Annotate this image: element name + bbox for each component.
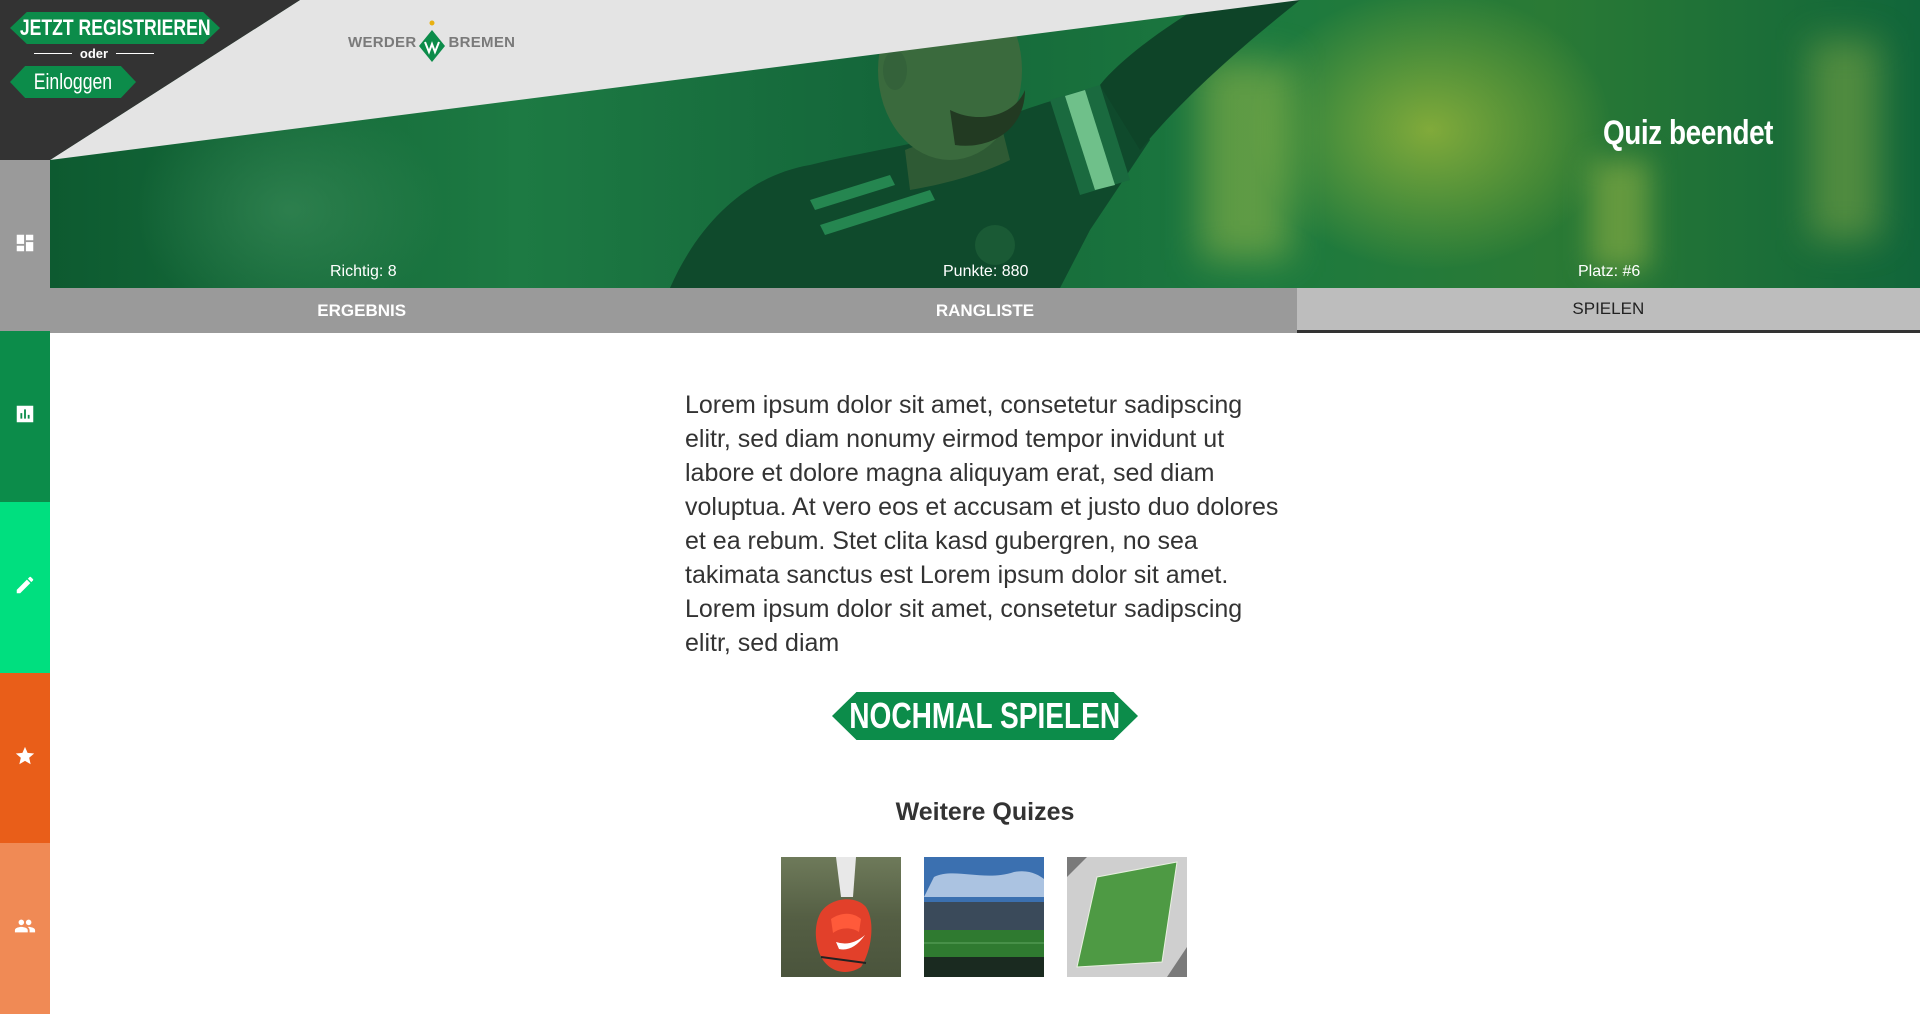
register-button[interactable]: JETZT REGISTRIEREN	[10, 12, 220, 44]
stat-rank: Platz: #6	[1578, 263, 1641, 280]
chart-icon	[14, 403, 36, 430]
stat-correct: Richtig: 8	[330, 263, 397, 280]
star-icon	[14, 745, 36, 772]
more-quizzes-list	[781, 857, 1187, 977]
divider-line	[34, 53, 72, 54]
tab-ergebnis[interactable]: ERGEBNIS	[50, 288, 673, 333]
tab-rangliste[interactable]: RANGLISTE	[673, 288, 1296, 333]
quiz-description: Lorem ipsum dolor sit amet, consetetur s…	[685, 388, 1285, 660]
divider-line	[116, 53, 155, 54]
sidebar-item-stats[interactable]	[0, 331, 50, 502]
description-text: Lorem ipsum dolor sit amet, consetetur s…	[685, 391, 1279, 657]
stadium-image	[924, 857, 1044, 977]
play-again-button[interactable]: NOCHMAL SPIELEN	[832, 692, 1138, 740]
login-button[interactable]: Einloggen	[10, 66, 136, 98]
or-divider: oder	[34, 46, 155, 61]
sidebar-item-community[interactable]	[0, 843, 50, 1014]
auth-panel: JETZT REGISTRIEREN oder Einloggen	[0, 0, 300, 160]
werder-bremen-logo[interactable]: WERDER BREMEN	[348, 20, 515, 64]
stat-points: Punkte: 880	[943, 263, 1029, 280]
page-title: Quiz beendet	[1602, 114, 1774, 152]
hero-banner: WERDER BREMEN Quiz beendet Richtig: 8 Pu…	[50, 0, 1920, 288]
sidebar-item-edit[interactable]	[0, 502, 50, 673]
result-tabs: ERGEBNIS RANGLISTE SPIELEN	[50, 288, 1920, 333]
more-quizzes-heading: Weitere Quizes	[895, 798, 1075, 826]
pencil-icon	[14, 574, 36, 601]
quiz-thumbnail-pitch[interactable]	[1067, 857, 1187, 977]
dashboard-icon	[14, 232, 36, 259]
quiz-thumbnail-boots[interactable]	[781, 857, 901, 977]
football-boot-image	[815, 857, 872, 972]
pitch-aerial-image	[1067, 857, 1187, 977]
people-icon	[14, 915, 36, 942]
tab-spielen[interactable]: SPIELEN	[1296, 288, 1920, 333]
club-diamond-icon	[419, 20, 446, 62]
sidebar-item-favorites[interactable]	[0, 673, 50, 844]
quiz-thumbnail-stadium[interactable]	[924, 857, 1044, 977]
sidebar-item-dashboard[interactable]	[0, 160, 50, 331]
